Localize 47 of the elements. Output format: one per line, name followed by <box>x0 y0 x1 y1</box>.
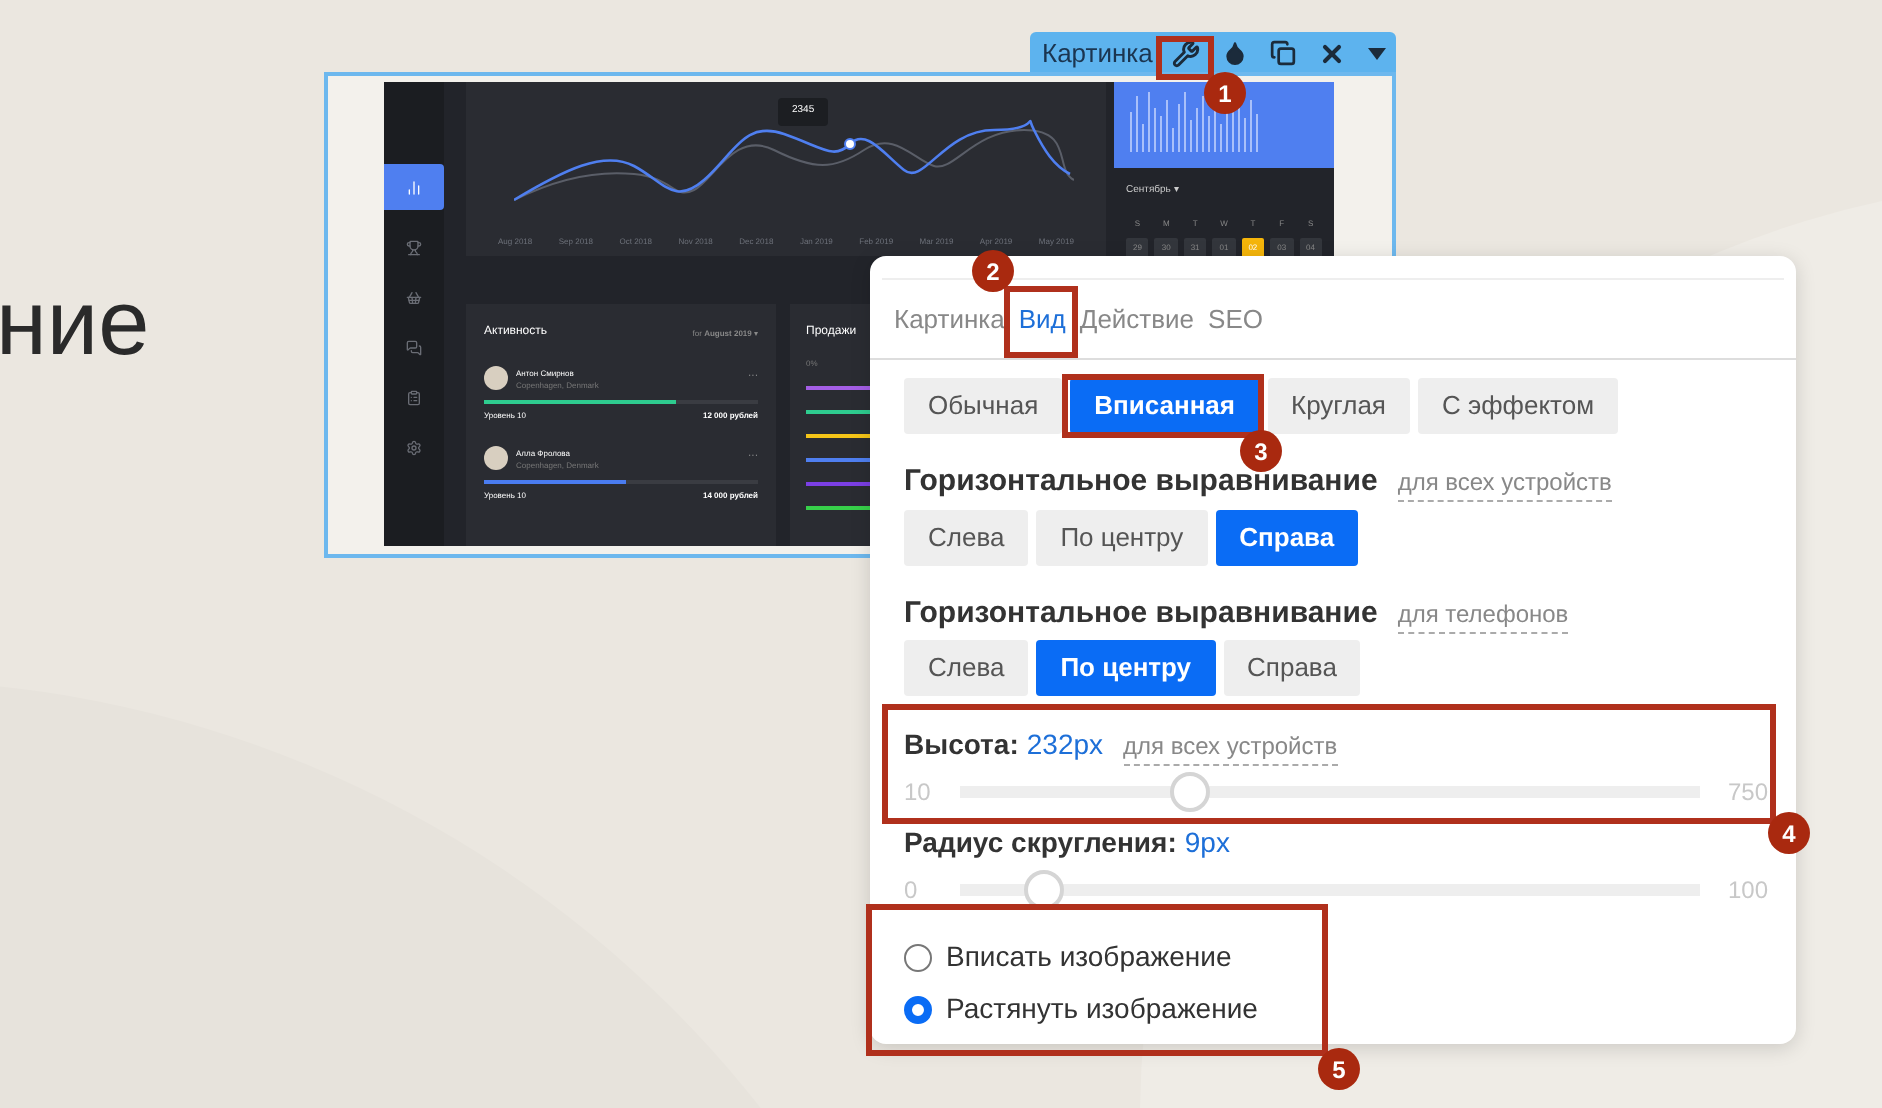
radio-label: Вписать изображение <box>946 938 1232 976</box>
style-option[interactable]: Вписанная <box>1070 378 1259 434</box>
highlight-frame <box>1156 36 1214 80</box>
clipboard-icon <box>406 389 422 405</box>
scope-link[interactable]: для телефонов <box>1397 595 1569 633</box>
slider-value: 232px <box>1026 726 1104 764</box>
toolbar-label: Картинка <box>1042 35 1153 72</box>
caret-icon[interactable] <box>1368 47 1387 59</box>
slider-value: 9px <box>1184 824 1230 862</box>
avatar <box>484 446 508 470</box>
data-point <box>844 138 856 150</box>
radio-button[interactable] <box>904 995 932 1023</box>
scope-link[interactable]: для всех устройств <box>1397 464 1612 502</box>
panel-tab[interactable]: SEO <box>1206 299 1266 338</box>
align-option[interactable]: Слева <box>904 509 1029 565</box>
style-option[interactable]: Круглая <box>1267 378 1410 434</box>
page-heading: ние <box>0 276 150 368</box>
panel-tab[interactable]: Вид <box>1016 299 1068 338</box>
align-option[interactable]: Справа <box>1223 640 1361 696</box>
radio-button[interactable] <box>904 943 932 971</box>
settings-icon[interactable] <box>1172 39 1201 67</box>
align-option[interactable]: Справа <box>1215 509 1359 565</box>
trophy-icon <box>406 239 422 255</box>
slider-thumb[interactable] <box>1170 772 1210 812</box>
style-option[interactable]: С эффектом <box>1417 378 1619 434</box>
avatar <box>484 366 508 390</box>
basket-icon <box>406 289 422 305</box>
highlight-frame <box>1004 286 1078 358</box>
scope-link[interactable]: для всех устройств <box>1123 728 1338 766</box>
panel-tab[interactable]: Картинка <box>892 299 1007 338</box>
align-option[interactable]: Слева <box>904 640 1029 696</box>
slider-label: Высота: <box>904 726 1019 764</box>
copy-icon[interactable] <box>1270 40 1297 66</box>
section-heading: Горизонтальное выравнивание <box>904 593 1378 633</box>
style-option[interactable]: Обычная <box>904 378 1063 434</box>
bar-chart-icon <box>406 179 422 195</box>
drop-icon[interactable] <box>1222 40 1249 66</box>
gear-icon <box>406 439 422 455</box>
slider-label: Радиус скругления: <box>904 824 1177 862</box>
chat-icon <box>406 339 422 355</box>
align-option[interactable]: По центру <box>1036 640 1216 696</box>
panel-tab[interactable]: Действие <box>1077 299 1197 338</box>
align-option[interactable]: По центру <box>1036 509 1208 565</box>
radio-option[interactable]: Растянуть изображение <box>904 988 1768 1030</box>
radio-option[interactable]: Вписать изображение <box>904 936 1768 978</box>
close-icon[interactable] <box>1318 39 1347 67</box>
radio-label: Растянуть изображение <box>946 990 1258 1028</box>
